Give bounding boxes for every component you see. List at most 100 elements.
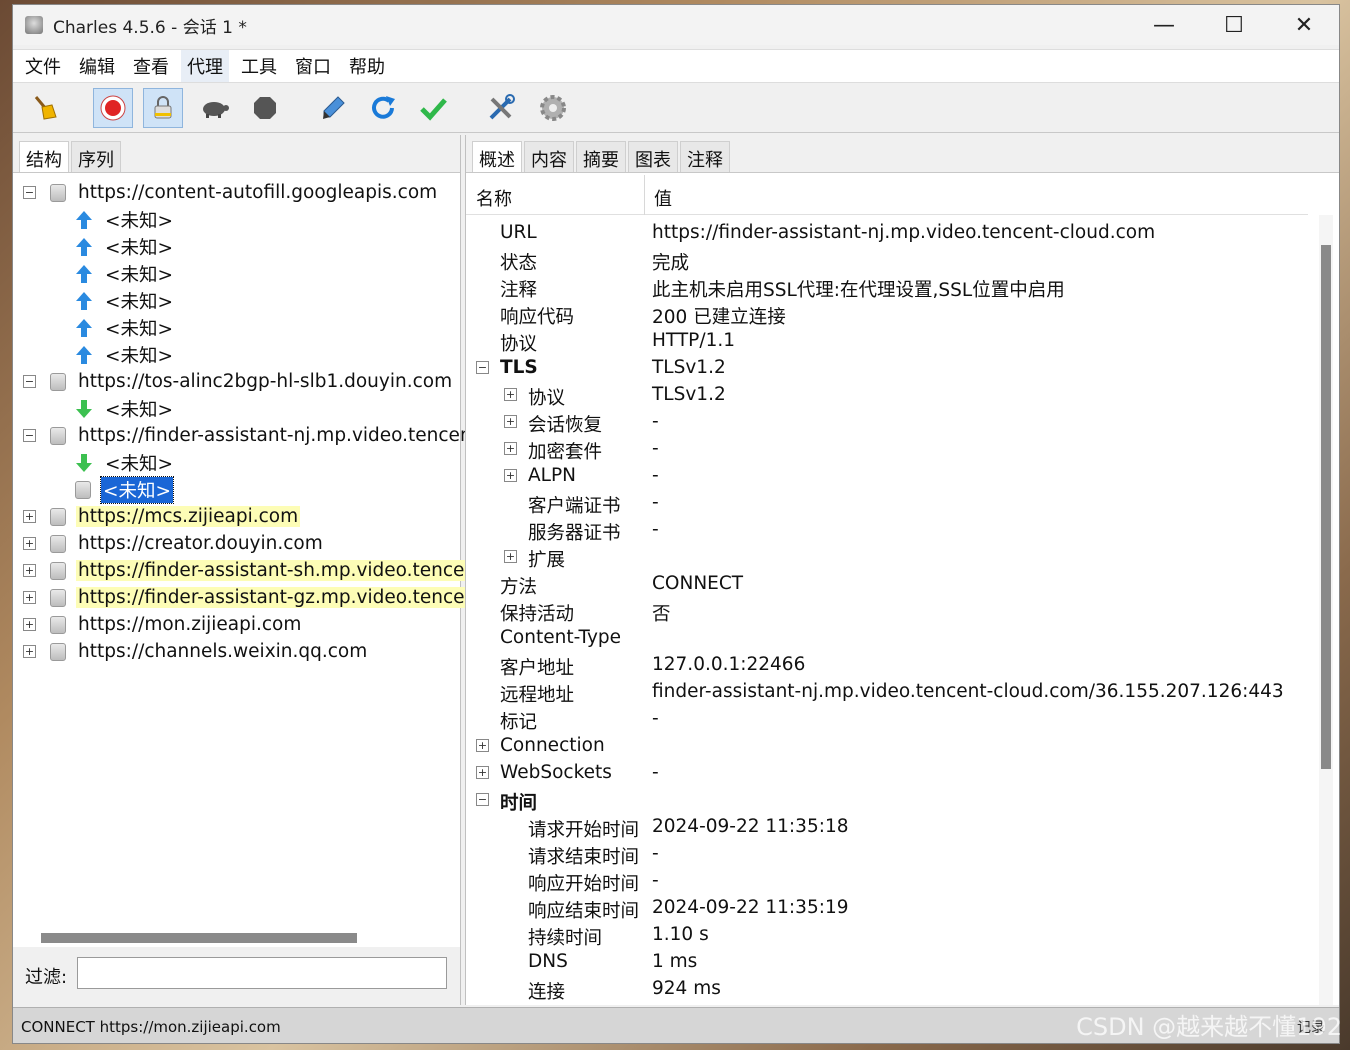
expand-icon[interactable]: +: [504, 469, 517, 482]
table-row[interactable]: 标记 -: [466, 705, 1308, 733]
table-row[interactable]: 协议 HTTP/1.1: [466, 327, 1308, 355]
table-row[interactable]: + 会话恢复 -: [466, 408, 1308, 436]
compose-button[interactable]: [313, 88, 353, 128]
tree-row[interactable]: <未知>: [75, 233, 175, 260]
expand-icon[interactable]: +: [504, 442, 517, 455]
ssl-proxying-button[interactable]: [143, 88, 183, 128]
expand-icon[interactable]: +: [504, 415, 517, 428]
breakpoints-button[interactable]: [245, 88, 285, 128]
table-row[interactable]: − TLS TLSv1.2: [466, 354, 1308, 381]
column-divider[interactable]: [644, 175, 645, 215]
table-row[interactable]: 保持活动 否: [466, 597, 1308, 625]
table-row[interactable]: 响应结束时间 2024-09-22 11:35:19: [466, 894, 1308, 922]
close-button[interactable]: ✕: [1269, 5, 1339, 45]
table-row[interactable]: 服务器证书 -: [466, 516, 1308, 544]
table-row[interactable]: 响应代码 200 已建立连接: [466, 300, 1308, 328]
expand-icon[interactable]: +: [504, 388, 517, 401]
table-row[interactable]: 响应开始时间 -: [466, 867, 1308, 895]
collapse-icon[interactable]: −: [23, 375, 36, 388]
collapse-icon[interactable]: −: [476, 793, 489, 806]
menu-file[interactable]: 文件: [19, 50, 67, 82]
menu-view[interactable]: 查看: [127, 50, 175, 82]
tab-contents[interactable]: 内容: [524, 141, 574, 172]
table-row[interactable]: 注释 此主机未启用SSL代理:在代理设置,SSL位置中启用: [466, 273, 1308, 301]
collapse-icon[interactable]: −: [476, 361, 489, 374]
table-row[interactable]: + ALPN -: [466, 462, 1308, 489]
menu-tools[interactable]: 工具: [235, 50, 283, 82]
expand-icon[interactable]: +: [504, 550, 517, 563]
expand-icon[interactable]: +: [23, 645, 36, 658]
table-row[interactable]: 请求开始时间 2024-09-22 11:35:18: [466, 813, 1308, 841]
tree-row[interactable]: + https://finder-assistant-sh.mp.video.te…: [23, 557, 486, 584]
tree-row[interactable]: <未知>: [75, 449, 175, 476]
host-lock-icon: [50, 507, 66, 526]
prop-value: 2024-09-22 11:35:18: [652, 816, 849, 837]
vertical-scrollbar-thumb[interactable]: [1321, 245, 1331, 769]
repeat-button[interactable]: [363, 88, 403, 128]
tree-row[interactable]: <未知>: [75, 260, 175, 287]
clear-session-button[interactable]: [25, 88, 65, 128]
table-row[interactable]: URL https://finder-assistant-nj.mp.video.…: [466, 219, 1308, 246]
tab-chart[interactable]: 图表: [628, 141, 678, 172]
tree-row-selected[interactable]: <未知>: [75, 475, 175, 504]
expand-icon[interactable]: +: [23, 537, 36, 550]
menu-proxy[interactable]: 代理: [181, 50, 229, 82]
tools-button[interactable]: [481, 88, 521, 128]
menu-help[interactable]: 帮助: [343, 50, 391, 82]
table-row[interactable]: 方法 CONNECT: [466, 570, 1308, 598]
record-button[interactable]: [93, 88, 133, 128]
table-row[interactable]: − 时间: [466, 786, 1308, 814]
throttle-button[interactable]: [195, 88, 235, 128]
minimize-button[interactable]: —: [1129, 5, 1199, 45]
tree-row[interactable]: − https://finder-assistant-nj.mp.video.te…: [23, 422, 488, 449]
expand-icon[interactable]: +: [476, 766, 489, 779]
tree-row[interactable]: <未知>: [75, 287, 175, 314]
table-row[interactable]: + Connection: [466, 732, 1308, 759]
menu-edit[interactable]: 编辑: [73, 50, 121, 82]
tab-summary[interactable]: 摘要: [576, 141, 626, 172]
table-row[interactable]: Content-Type: [466, 624, 1308, 651]
table-row[interactable]: 状态 完成: [466, 246, 1308, 274]
tree-row[interactable]: <未知>: [75, 395, 175, 422]
expand-icon[interactable]: +: [476, 739, 489, 752]
tree-row[interactable]: + https://creator.douyin.com: [23, 530, 325, 557]
expand-icon[interactable]: +: [23, 618, 36, 631]
collapse-icon[interactable]: −: [23, 186, 36, 199]
table-row[interactable]: + WebSockets -: [466, 759, 1308, 786]
tree-row[interactable]: <未知>: [75, 341, 175, 368]
expand-icon[interactable]: +: [23, 591, 36, 604]
tab-notes[interactable]: 注释: [680, 141, 730, 172]
tree-row[interactable]: + https://finder-assistant-gz.mp.video.te…: [23, 584, 486, 611]
tree-row[interactable]: <未知>: [75, 206, 175, 233]
menu-window[interactable]: 窗口: [289, 50, 337, 82]
validate-button[interactable]: [413, 88, 453, 128]
settings-button[interactable]: [533, 88, 573, 128]
table-row[interactable]: 客户地址 127.0.0.1:22466: [466, 651, 1308, 679]
tab-overview[interactable]: 概述: [472, 141, 522, 172]
column-header-name[interactable]: 名称: [476, 185, 512, 211]
maximize-button[interactable]: ☐: [1199, 5, 1269, 45]
expand-icon[interactable]: +: [23, 510, 36, 523]
table-row[interactable]: 请求结束时间 -: [466, 840, 1308, 868]
table-row[interactable]: 客户端证书 -: [466, 489, 1308, 517]
table-row[interactable]: 远程地址 finder-assistant-nj.mp.video.tencent…: [466, 678, 1308, 706]
filter-input[interactable]: [77, 957, 447, 989]
table-row[interactable]: + 协议 TLSv1.2: [466, 381, 1308, 409]
tree-row[interactable]: − https://content-autofill.googleapis.com: [23, 179, 439, 206]
column-header-value[interactable]: 值: [654, 185, 672, 211]
table-row[interactable]: 持续时间 1.10 s: [466, 921, 1308, 949]
tree-row[interactable]: + https://mcs.zijieapi.com: [23, 503, 301, 530]
tab-sequence[interactable]: 序列: [71, 141, 121, 172]
table-row[interactable]: DNS 1 ms: [466, 948, 1308, 975]
tree-row[interactable]: + https://channels.weixin.qq.com: [23, 638, 369, 665]
collapse-icon[interactable]: −: [23, 429, 36, 442]
tree-row[interactable]: <未知>: [75, 314, 175, 341]
horizontal-scrollbar[interactable]: [41, 933, 357, 943]
table-row[interactable]: + 加密套件 -: [466, 435, 1308, 463]
table-row[interactable]: 连接 924 ms: [466, 975, 1308, 1003]
tree-row[interactable]: − https://tos-alinc2bgp-hl-slb1.douyin.co…: [23, 368, 454, 395]
tree-row[interactable]: + https://mon.zijieapi.com: [23, 611, 303, 638]
tab-structure[interactable]: 结构: [19, 141, 69, 172]
table-row[interactable]: + 扩展: [466, 543, 1308, 571]
expand-icon[interactable]: +: [23, 564, 36, 577]
